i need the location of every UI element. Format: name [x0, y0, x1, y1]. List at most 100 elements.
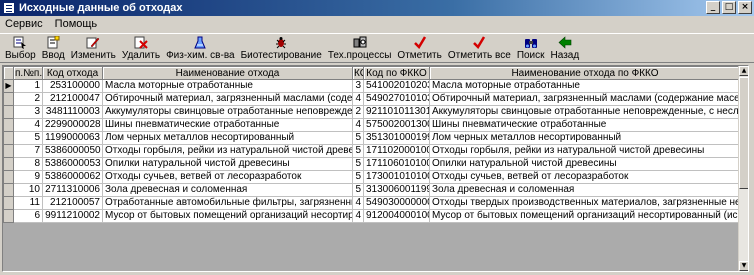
table-cell[interactable]: Зола древесная и соломенная	[102, 183, 353, 197]
table-cell[interactable]: 8	[13, 157, 43, 171]
table-cell[interactable]: Отходы сучьев, ветвей от лесоразработок	[429, 170, 741, 184]
minimize-button[interactable]: _	[706, 1, 720, 14]
delete-button[interactable]: Удалить	[119, 34, 163, 62]
table-cell[interactable]: Отходы сучьев, ветвей от лесоразработок	[102, 170, 353, 184]
table-cell[interactable]: 2	[352, 105, 364, 119]
table-row[interactable]: 11 212100057 Отработанные автомобильные фи…	[3, 196, 741, 210]
row-indicator[interactable]	[3, 209, 14, 223]
table-cell[interactable]: Отходы горбыля, рейки из натуральной чис…	[429, 144, 741, 158]
table-cell[interactable]: 1730010101005	[363, 170, 430, 184]
table-row[interactable]: 5 1199000063 Лом черных металлов несортиро…	[3, 131, 741, 145]
table-cell[interactable]: Отработанные автомобильные фильтры, загр…	[102, 196, 353, 210]
scroll-down-arrow-icon[interactable]: ▼	[739, 261, 748, 271]
table-cell[interactable]: 5	[352, 144, 364, 158]
table-cell[interactable]: 1	[13, 79, 43, 93]
edit-button[interactable]: Изменить	[68, 34, 119, 62]
table-cell[interactable]: 212100057	[42, 196, 103, 210]
table-cell[interactable]: Аккумуляторы свинцовые отработанные непо…	[102, 105, 353, 119]
table-cell[interactable]: Опилки натуральной чистой древесины	[102, 157, 353, 171]
row-indicator[interactable]	[3, 183, 14, 197]
table-cell[interactable]: 212100047	[42, 92, 103, 106]
table-cell[interactable]: Обтирочный материал, загрязненный маслам…	[102, 92, 353, 106]
table-row[interactable]: 4 2299000028 Шины пневматические отработан…	[3, 118, 741, 132]
table-cell[interactable]: 6	[13, 209, 43, 223]
back-button[interactable]: Назад	[548, 34, 583, 62]
table-cell[interactable]: 4	[352, 92, 364, 106]
table-cell[interactable]: Аккумуляторы свинцовые отработанные непо…	[429, 105, 741, 119]
table-cell[interactable]: Опилки натуральной чистой древесины	[429, 157, 741, 171]
table-cell[interactable]: Зола древесная и соломенная	[429, 183, 741, 197]
table-cell[interactable]: 5386000050	[42, 144, 103, 158]
table-cell[interactable]: Шины пневматические отработанные	[429, 118, 741, 132]
phys-chem-button[interactable]: Физ-хим. св-ва	[163, 34, 238, 62]
close-button[interactable]: ×	[738, 1, 752, 14]
table-row[interactable]: 10 2711310006 Зола древесная и соломенная 5…	[3, 183, 741, 197]
table-cell[interactable]: Обтирочный материал, загрязненный маслам…	[429, 92, 741, 106]
table-cell[interactable]: 4	[352, 196, 364, 210]
menu-help[interactable]: Помощь	[54, 18, 99, 30]
table-cell[interactable]: 11	[13, 196, 43, 210]
select-button[interactable]: Выбор	[2, 34, 39, 62]
table-cell[interactable]: 3513010001995	[363, 131, 430, 145]
table-cell[interactable]: 2	[13, 92, 43, 106]
table-cell[interactable]: 1711060101005	[363, 157, 430, 171]
vertical-scrollbar[interactable]: ▲ ▼	[738, 66, 748, 271]
column-header[interactable]: КО	[352, 66, 364, 80]
table-cell[interactable]: 10	[13, 183, 43, 197]
row-indicator[interactable]	[3, 92, 14, 106]
table-cell[interactable]: 5	[352, 131, 364, 145]
tech-process-button[interactable]: Тех.процессы	[325, 34, 395, 62]
table-cell[interactable]: 5490270101033	[363, 92, 430, 106]
row-indicator[interactable]	[3, 131, 14, 145]
row-indicator[interactable]	[3, 170, 14, 184]
table-cell[interactable]: Масла моторные отработанные	[429, 79, 741, 93]
table-row[interactable]: 6 9911210002 Мусор от бытовых помещений ор…	[3, 209, 741, 223]
table-cell[interactable]: 5750020013004	[363, 118, 430, 132]
mark-button[interactable]: Отметить	[394, 34, 444, 62]
table-cell[interactable]: Лом черных металлов несортированный	[102, 131, 353, 145]
table-cell[interactable]: 9211010113012	[363, 105, 430, 119]
table-cell[interactable]: 3481110003	[42, 105, 103, 119]
table-cell[interactable]: 253100000	[42, 79, 103, 93]
maximize-button[interactable]: □	[722, 1, 736, 14]
table-row[interactable]: 7 5386000050 Отходы горбыля, рейки из нату…	[3, 144, 741, 158]
table-cell[interactable]: Мусор от бытовых помещений организаций н…	[102, 209, 353, 223]
waste-data-grid[interactable]: п.№п. Код отхода Наименование отхода КО …	[2, 65, 749, 272]
table-cell[interactable]: Масла моторные отработанные	[102, 79, 353, 93]
table-cell[interactable]: 7	[13, 144, 43, 158]
table-cell[interactable]: Отходы твердых производственных материал…	[429, 196, 741, 210]
column-header[interactable]: Наименование отхода по ФККО	[429, 66, 741, 80]
table-cell[interactable]: 4	[352, 118, 364, 132]
table-cell[interactable]: 9120040001004	[363, 209, 430, 223]
table-cell[interactable]: Лом черных металлов несортированный	[429, 131, 741, 145]
row-indicator[interactable]	[3, 118, 14, 132]
table-cell[interactable]: 5386000062	[42, 170, 103, 184]
table-cell[interactable]: 5386000053	[42, 157, 103, 171]
table-cell[interactable]: 5	[352, 157, 364, 171]
table-row[interactable]: 8 5386000053 Опилки натуральной чистой дре…	[3, 157, 741, 171]
row-indicator[interactable]	[3, 105, 14, 119]
mark-all-button[interactable]: Отметить все	[445, 34, 514, 62]
table-cell[interactable]: 3130060011995	[363, 183, 430, 197]
table-cell[interactable]: 5410020102033	[363, 79, 430, 93]
table-cell[interactable]: 1199000063	[42, 131, 103, 145]
input-button[interactable]: Ввод	[39, 34, 68, 62]
table-cell[interactable]: 4	[13, 118, 43, 132]
table-row[interactable]: ▶ 1 253100000 Масла моторные отработанные 3 5…	[3, 79, 741, 93]
table-cell[interactable]: Шины пневматические отработанные	[102, 118, 353, 132]
column-header[interactable]: Код по ФККО	[363, 66, 430, 80]
table-cell[interactable]: 9	[13, 170, 43, 184]
table-cell[interactable]: Отходы горбыля, рейки из натуральной чис…	[102, 144, 353, 158]
table-cell[interactable]: 5	[13, 131, 43, 145]
table-row[interactable]: 9 5386000062 Отходы сучьев, ветвей от лесо…	[3, 170, 741, 184]
row-indicator[interactable]	[3, 144, 14, 158]
row-indicator[interactable]	[3, 196, 14, 210]
table-cell[interactable]: 5	[352, 170, 364, 184]
table-row[interactable]: 3 3481110003 Аккумуляторы свинцовые отрабо…	[3, 105, 741, 119]
biotest-button[interactable]: Биотестирование	[238, 34, 325, 62]
table-row[interactable]: 2 212100047 Обтирочный материал, загрязнен…	[3, 92, 741, 106]
scroll-up-arrow-icon[interactable]: ▲	[739, 66, 748, 76]
row-indicator[interactable]	[3, 157, 14, 171]
table-cell[interactable]: 3	[352, 79, 364, 93]
table-cell[interactable]: 9911210002	[42, 209, 103, 223]
